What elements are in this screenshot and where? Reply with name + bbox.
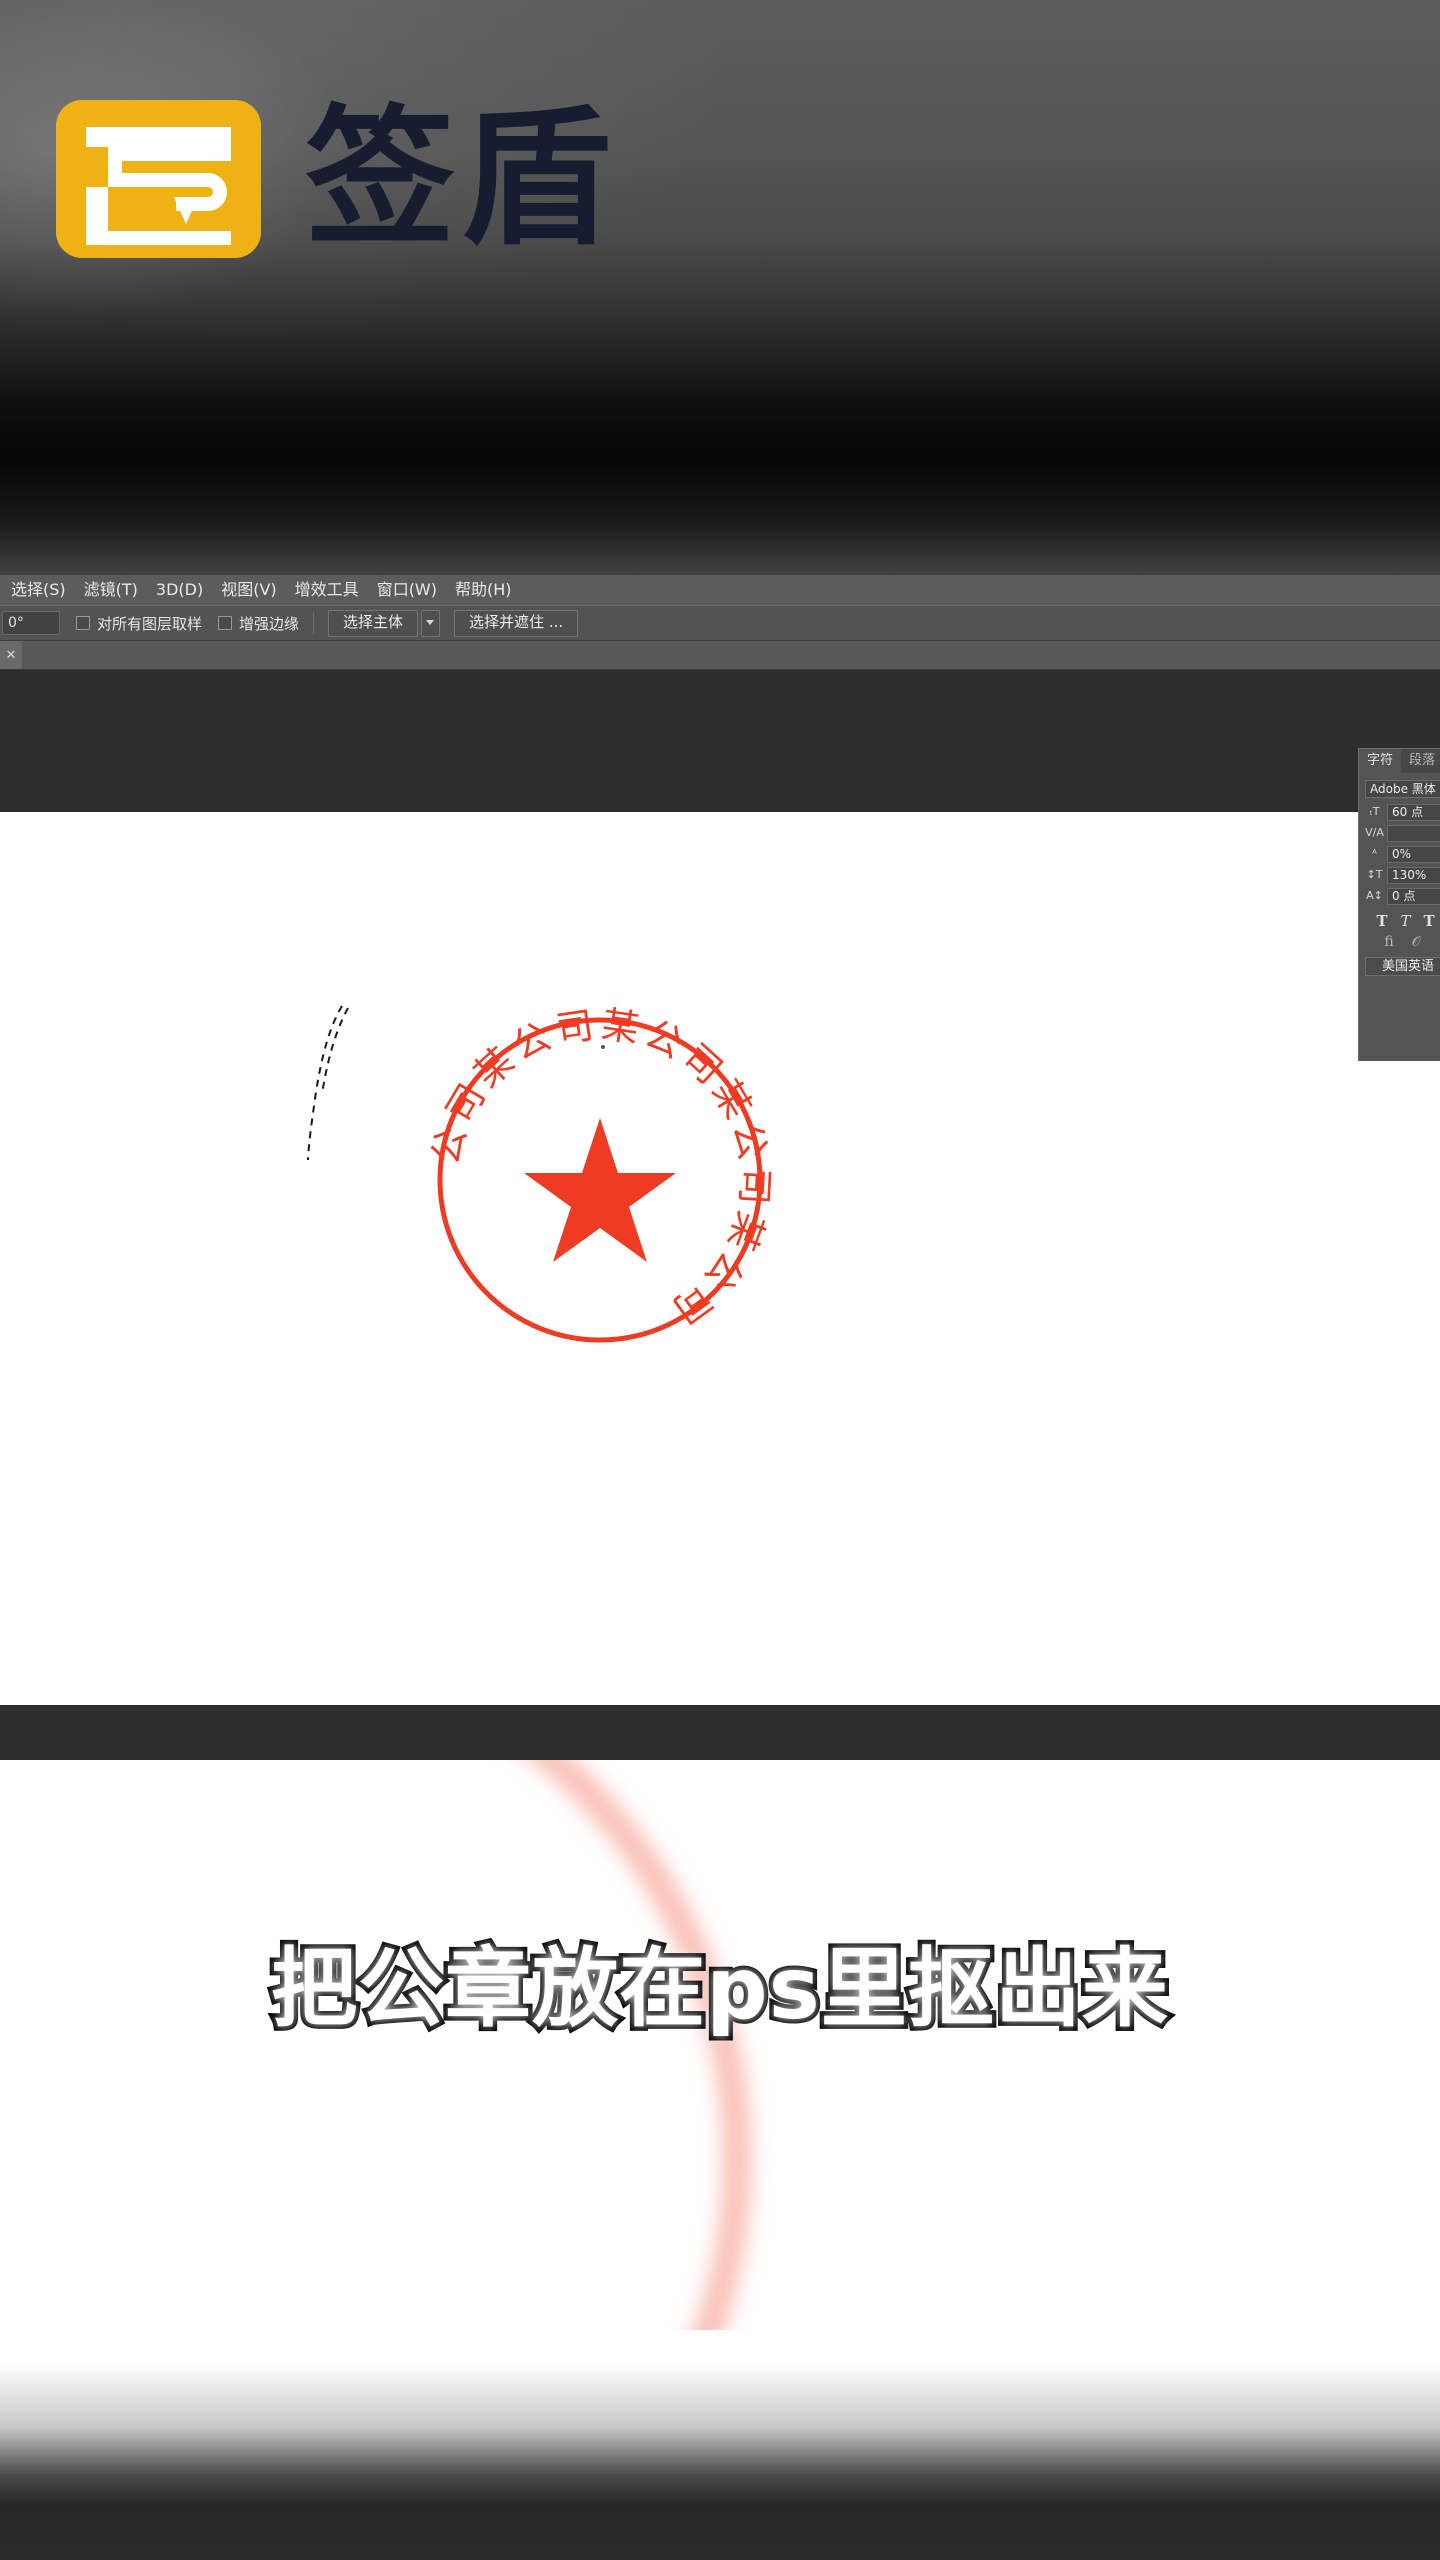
kerning-icon: ᴬ [1372, 847, 1377, 860]
checkbox-box-icon [76, 616, 90, 630]
menu-help[interactable]: 帮助(H) [446, 575, 521, 605]
photoshop-menubar: 选择(S) 滤镜(T) 3D(D) 视图(V) 增效工具 窗口(W) 帮助(H) [0, 575, 1440, 605]
italic-icon[interactable]: T [1400, 912, 1410, 930]
menu-3d[interactable]: 3D(D) [147, 575, 212, 605]
menu-select[interactable]: 选择(S) [2, 575, 75, 605]
language-select[interactable]: 美国英语 [1365, 957, 1440, 976]
font-style-buttons: T T T [1365, 912, 1440, 930]
chevron-down-icon[interactable] [421, 609, 441, 637]
angle-field[interactable]: 0° [2, 611, 60, 635]
screen-root: 签盾 选择(S) 滤镜(T) 3D(D) 视图(V) 增效工具 窗口(W) 帮助… [0, 0, 1440, 2560]
sample-all-layers-checkbox[interactable]: 对所有图层取样 [76, 613, 202, 634]
font-family-field[interactable]: Adobe 黑体 [1365, 780, 1440, 798]
menu-plugins[interactable]: 增效工具 [286, 575, 368, 605]
menu-window[interactable]: 窗口(W) [368, 575, 446, 605]
swash-icon[interactable]: 𝒪 [1412, 934, 1421, 950]
brand-name: 签盾 [305, 92, 618, 266]
baseline-shift-field[interactable]: 0 点 [1387, 887, 1440, 905]
enhance-edge-checkbox[interactable]: 增强边缘 [218, 613, 299, 634]
font-size-icon: ₜT [1369, 805, 1380, 818]
font-size-row: ₜT 60 点 [1365, 803, 1440, 821]
photoshop-document-tabbar: ✕ [0, 641, 1440, 670]
checkbox-box-icon [218, 616, 233, 630]
tracking-field[interactable] [1387, 824, 1440, 842]
stamp-edge-zoom-arc [0, 1760, 750, 2400]
vertical-scale-icon: ↕T [1366, 868, 1383, 881]
select-subject-button[interactable]: 选择主体 [328, 609, 419, 637]
menu-view[interactable]: 视图(V) [212, 575, 285, 605]
font-size-field[interactable]: 60 点 [1387, 803, 1440, 821]
sample-all-layers-label: 对所有图层取样 [97, 614, 203, 633]
character-panel: 字符 段落 Adobe 黑体 ₜT 60 点 V/A ᴬ 0% ↕T 130% … [1358, 748, 1440, 1061]
five-point-star-icon [524, 1118, 676, 1262]
ligature-buttons: fi 𝒪 [1365, 934, 1440, 950]
enhance-edge-label: 增强边缘 [239, 614, 300, 633]
standard-ligature-icon[interactable]: fi [1384, 934, 1393, 950]
shield-s-logo-icon [56, 100, 261, 258]
menu-filter[interactable]: 滤镜(T) [75, 575, 147, 605]
allcaps-icon[interactable]: T [1424, 912, 1435, 930]
caption-text: 把公章放在ps里抠出来 [267, 1935, 1173, 2044]
brand-lockup: 签盾 [56, 100, 617, 258]
bottom-gradient-fade [0, 2330, 1440, 2560]
bold-icon[interactable]: T [1376, 912, 1387, 930]
baseline-shift-icon: A↕ [1366, 889, 1383, 902]
tab-paragraph[interactable]: 段落 [1401, 749, 1440, 773]
lower-zoom-panel [0, 1760, 1440, 2400]
vertical-scale-row: ↕T 130% [1365, 866, 1440, 884]
options-divider [313, 612, 315, 634]
tab-character[interactable]: 字符 [1359, 749, 1402, 773]
character-panel-body: Adobe 黑体 ₜT 60 点 V/A ᴬ 0% ↕T 130% A↕ 0 点 [1359, 773, 1440, 976]
kerning-field[interactable]: 0% [1387, 845, 1440, 863]
baseline-shift-row: A↕ 0 点 [1365, 887, 1440, 905]
tracking-icon: V/A [1365, 826, 1384, 839]
marquee-selection-path-icon [307, 1005, 349, 1161]
close-icon[interactable]: ✕ [0, 641, 22, 669]
lower-divider-bar [0, 1705, 1440, 1760]
kerning-row: ᴬ 0% [1365, 845, 1440, 863]
photoshop-options-bar: 0° 对所有图层取样 增强边缘 选择主体 选择并遮住 ... [0, 605, 1440, 641]
company-stamp: 某公司某公司某公司某公司某公司某公司 [399, 966, 780, 1360]
character-panel-tabs: 字符 段落 [1359, 749, 1440, 773]
vertical-scale-field[interactable]: 130% [1387, 866, 1440, 884]
select-and-mask-button[interactable]: 选择并遮住 ... [454, 609, 579, 637]
tracking-row: V/A [1365, 824, 1440, 842]
